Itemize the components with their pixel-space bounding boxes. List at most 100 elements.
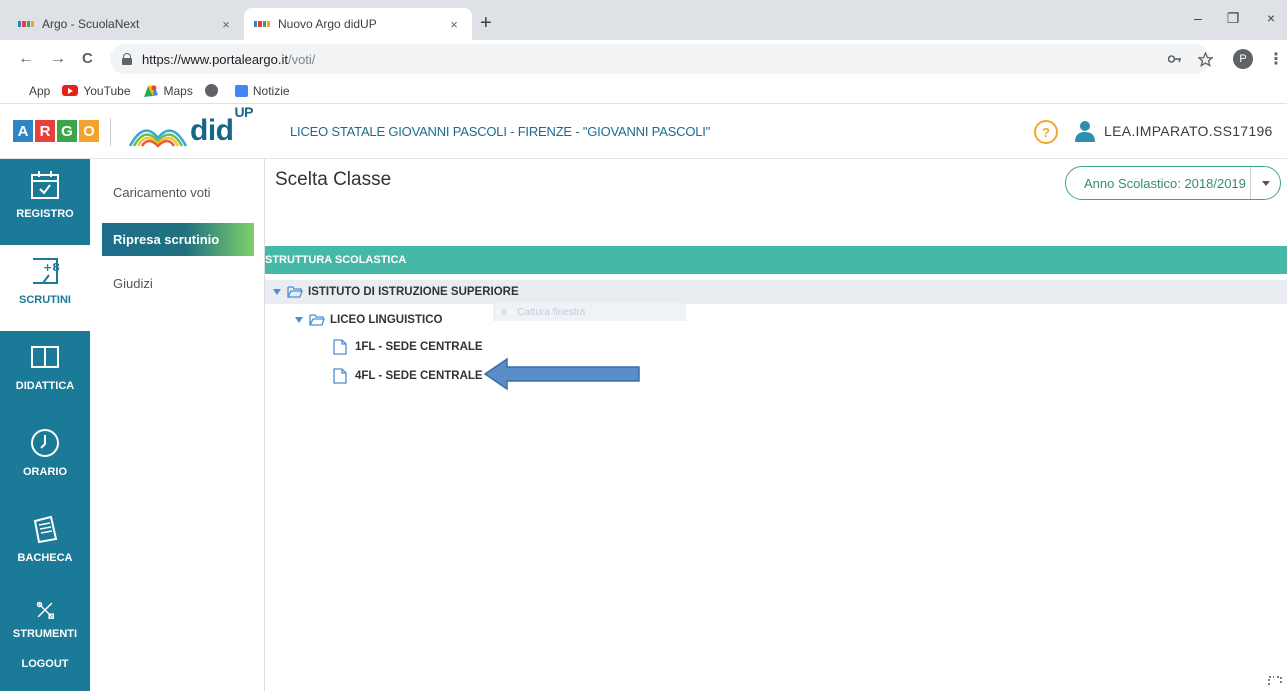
sidebar-item-scrutini[interactable]: +8 SCRUTINI <box>0 245 90 331</box>
didup-brand[interactable]: didUP <box>190 104 253 148</box>
tree-node-4fl[interactable]: 4FL - SEDE CENTRALE <box>333 364 483 388</box>
globe-icon <box>204 84 218 97</box>
reload-icon[interactable]: C <box>82 50 93 67</box>
tab-close-icon[interactable]: × <box>218 17 234 32</box>
window-close-icon[interactable]: × <box>1261 10 1281 26</box>
sidebar-item-bacheca[interactable]: BACHECA <box>0 503 90 589</box>
header-divider <box>110 118 111 146</box>
sidebar-item-label: SCRUTINI <box>19 294 71 306</box>
pointer-arrow-icon <box>483 357 640 391</box>
forward-icon[interactable]: → <box>50 50 66 68</box>
url-host: https://www.portaleargo.it <box>142 51 288 67</box>
browser-tabstrip: Argo - ScuolaNext × Nuovo Argo didUP × +… <box>0 0 1287 40</box>
sidebar-item-label: BACHECA <box>17 552 73 564</box>
tree-node-1fl[interactable]: 1FL - SEDE CENTRALE <box>333 335 483 359</box>
argo-favicon-icon <box>18 21 34 27</box>
sidebar-item-label: LOGOUT <box>21 658 69 670</box>
new-tab-button[interactable]: + <box>480 12 492 35</box>
noticeboard-icon <box>33 515 58 544</box>
star-icon[interactable] <box>1198 52 1213 67</box>
bookmark-notizie[interactable]: Notizie <box>234 83 290 98</box>
folder-open-icon <box>287 286 303 298</box>
sidebar-item-didattica[interactable]: DIDATTICA <box>0 331 90 417</box>
file-icon <box>333 339 347 355</box>
sidebar-item-orario[interactable]: ORARIO <box>0 417 90 503</box>
sidebar-item-label: ORARIO <box>23 466 67 478</box>
tree-node-label: 1FL - SEDE CENTRALE <box>355 341 483 353</box>
bookmark-label: App <box>29 83 51 98</box>
bookmark-maps[interactable]: Maps <box>143 84 193 98</box>
scrutini-icon: +8 <box>33 258 60 284</box>
sidebar-item-strumenti[interactable]: STRUMENTI <box>0 589 90 641</box>
chevron-down-icon[interactable] <box>1250 167 1280 199</box>
page-title: Scelta Classe <box>275 169 392 190</box>
help-button[interactable]: ? <box>1034 120 1058 144</box>
subnav-item-ripresa-scrutinio[interactable]: Ripresa scrutinio <box>102 223 254 256</box>
calendar-icon <box>31 171 59 199</box>
brand-name: did <box>190 114 234 147</box>
youtube-icon <box>62 85 79 96</box>
browser-toolbar: ← → C https://www.portaleargo.it/voti/ P… <box>0 40 1287 78</box>
bookmarks-bar: App YouTube Maps Notizie <box>0 78 1287 104</box>
argo-logo[interactable]: A R G O <box>13 120 99 142</box>
url-path: /voti/ <box>287 51 316 67</box>
address-bar[interactable]: https://www.portaleargo.it/voti/ <box>110 44 1210 74</box>
minimize-icon[interactable]: – <box>1188 10 1208 26</box>
tree-node-istituto[interactable]: ISTITUTO DI ISTRUZIONE SUPERIORE <box>265 280 1287 304</box>
argo-favicon-icon <box>254 21 270 27</box>
apps-grid-icon <box>12 85 24 97</box>
folder-open-icon <box>309 314 325 326</box>
bookmark-apps[interactable]: App <box>12 84 50 98</box>
tab-close-icon[interactable]: × <box>446 17 462 32</box>
browser-tab-didup[interactable]: Nuovo Argo didUP × <box>244 8 472 40</box>
browser-menu-icon[interactable]: ⋮ <box>1268 49 1284 69</box>
subnav-item-giudizi[interactable]: Giudizi <box>102 267 254 300</box>
school-year-select[interactable]: Anno Scolastico: 2018/2019 <box>1065 166 1281 200</box>
caret-down-icon[interactable] <box>295 317 303 323</box>
school-year-label: Anno Scolastico: 2018/2019 <box>1084 175 1246 191</box>
argo-logo-letter: A <box>13 120 33 142</box>
scrutini-subnav: Caricamento voti Ripresa scrutinio Giudi… <box>90 159 265 691</box>
tab-title: Argo - ScuolaNext <box>42 17 140 31</box>
tree-node-label: 4FL - SEDE CENTRALE <box>355 370 483 382</box>
sidebar-item-label: DIDATTICA <box>15 380 75 392</box>
restore-icon[interactable]: ❐ <box>1223 10 1243 27</box>
school-name: LICEO STATALE GIOVANNI PASCOLI - FIRENZE… <box>290 124 711 139</box>
news-icon <box>234 84 248 97</box>
lock-icon <box>122 53 132 65</box>
clock-icon <box>31 429 59 457</box>
tab-title: Nuovo Argo didUP <box>278 17 377 31</box>
file-icon <box>333 368 347 384</box>
svg-text:+8: +8 <box>43 261 60 274</box>
app-header: A R G O didUP LICEO STATALE GIOVANNI PAS… <box>0 104 1287 159</box>
sidebar-item-logout[interactable]: LOGOUT <box>0 655 90 691</box>
user-icon[interactable] <box>1074 120 1096 142</box>
subnav-item-caricamento-voti[interactable]: Caricamento voti <box>102 176 254 209</box>
main-sidebar: REGISTRO +8 SCRUTINI DIDATTICA ORARIO BA… <box>0 159 90 691</box>
tree-header: STRUTTURA SCOLASTICA <box>265 246 1287 274</box>
bookmark-label: YouTube <box>83 83 131 98</box>
username[interactable]: LEA.IMPARATO.SS17196 <box>1104 123 1273 139</box>
bookmark-label: Maps <box>163 83 193 98</box>
argo-logo-letter: O <box>79 120 99 142</box>
tree-node-liceo-linguistico[interactable]: LICEO LINGUISTICO <box>295 308 442 332</box>
browser-tab-scuolanext[interactable]: Argo - ScuolaNext × <box>8 8 244 40</box>
back-icon[interactable]: ← <box>18 50 34 68</box>
bookmark-youtube[interactable]: YouTube <box>62 83 131 98</box>
sidebar-item-label: STRUMENTI <box>12 628 78 640</box>
capture-window-tooltip: Cattura finestra <box>493 303 686 321</box>
maps-icon <box>143 84 158 97</box>
bookmark-globe[interactable] <box>204 84 223 97</box>
argo-logo-letter: G <box>57 120 77 142</box>
caret-down-icon[interactable] <box>273 289 281 295</box>
key-icon[interactable] <box>1168 54 1182 64</box>
sidebar-item-registro[interactable]: REGISTRO <box>0 159 90 245</box>
tools-icon <box>36 601 54 619</box>
tree-node-label: ISTITUTO DI ISTRUZIONE SUPERIORE <box>308 286 519 298</box>
brand-sup: UP <box>234 104 254 120</box>
resize-corner-icon <box>1268 676 1282 685</box>
bookmark-label: Notizie <box>252 83 290 98</box>
profile-avatar[interactable]: P <box>1233 49 1253 69</box>
sidebar-item-label: REGISTRO <box>16 208 74 220</box>
argo-logo-letter: R <box>35 120 55 142</box>
